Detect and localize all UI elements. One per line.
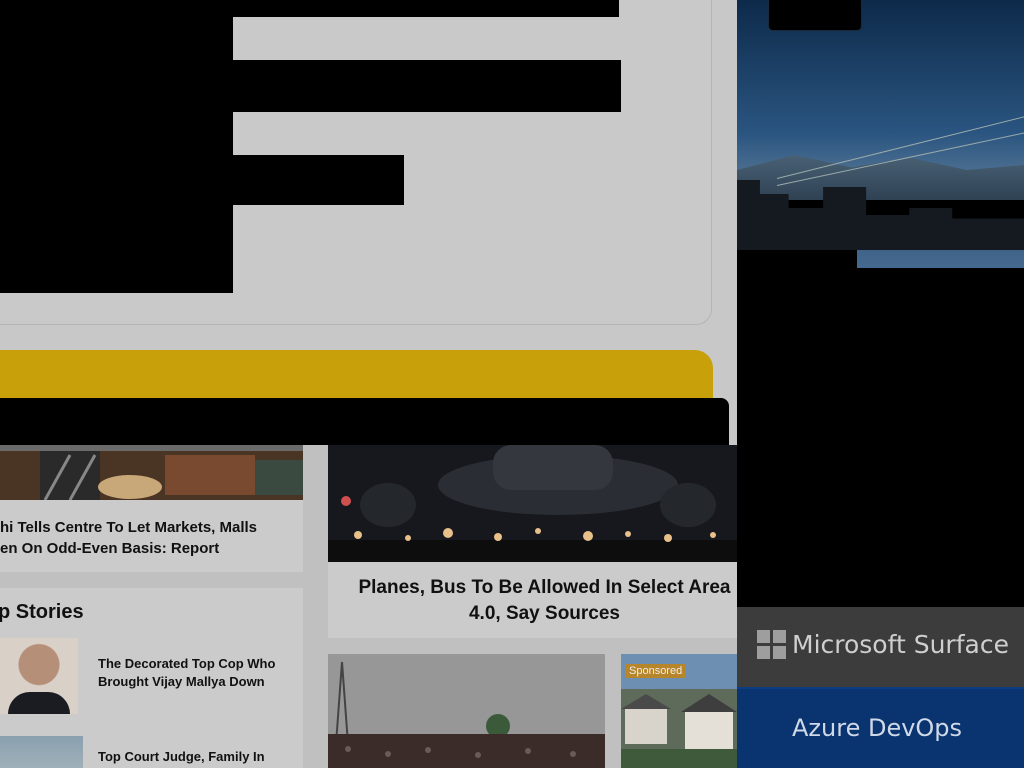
cop-photo[interactable] — [0, 638, 78, 714]
windows-logo-icon — [757, 630, 786, 659]
page: hi Tells Centre To Let Markets, Malls en… — [0, 0, 1024, 768]
suit-shape — [8, 692, 70, 714]
airplane-illustration — [328, 445, 737, 562]
crowd-illustration — [328, 654, 605, 768]
redacted-line — [233, 60, 621, 112]
top-story-link-1[interactable]: The Decorated Top Cop Who Brought Vijay … — [98, 655, 293, 691]
houses-image[interactable]: Sponsored — [621, 654, 737, 768]
top-stories-heading: p Stories — [0, 601, 84, 623]
azure-devops-ad[interactable]: Azure DevOps — [737, 687, 1024, 768]
azure-devops-label: Azure DevOps — [792, 714, 963, 742]
redacted-block — [0, 0, 233, 293]
ad-redacted-box — [769, 0, 861, 30]
news-card[interactable]: hi Tells Centre To Let Markets, Malls en… — [0, 445, 303, 572]
microsoft-surface-ad[interactable]: Microsoft Surface — [737, 607, 1024, 687]
sponsored-badge: Sponsored — [625, 664, 687, 678]
court-photo[interactable] — [0, 736, 83, 768]
redacted-line — [233, 0, 619, 17]
mall-illustration — [0, 445, 303, 500]
ad-image[interactable] — [737, 0, 1024, 607]
news-card-title: hi Tells Centre To Let Markets, Malls en… — [0, 519, 258, 557]
ad-dark-overlay — [767, 268, 1024, 607]
news-grid: hi Tells Centre To Let Markets, Malls en… — [0, 445, 737, 768]
top-stories-card: p Stories The Decorated Top Cop Who Brou… — [0, 588, 303, 768]
news-card-2[interactable]: Planes, Bus To Be Allowed In Select Area… — [328, 562, 737, 638]
mall-image — [0, 445, 303, 500]
airplane-image[interactable] — [328, 445, 737, 562]
redacted-line — [233, 155, 404, 205]
redacted-bar — [0, 398, 729, 446]
microsoft-surface-label: Microsoft Surface — [792, 630, 1009, 659]
crowd-image[interactable] — [328, 654, 605, 768]
news-card-2-title: Planes, Bus To Be Allowed In Select Area… — [358, 577, 731, 624]
top-story-link-2[interactable]: Top Court Judge, Family In — [98, 748, 293, 766]
